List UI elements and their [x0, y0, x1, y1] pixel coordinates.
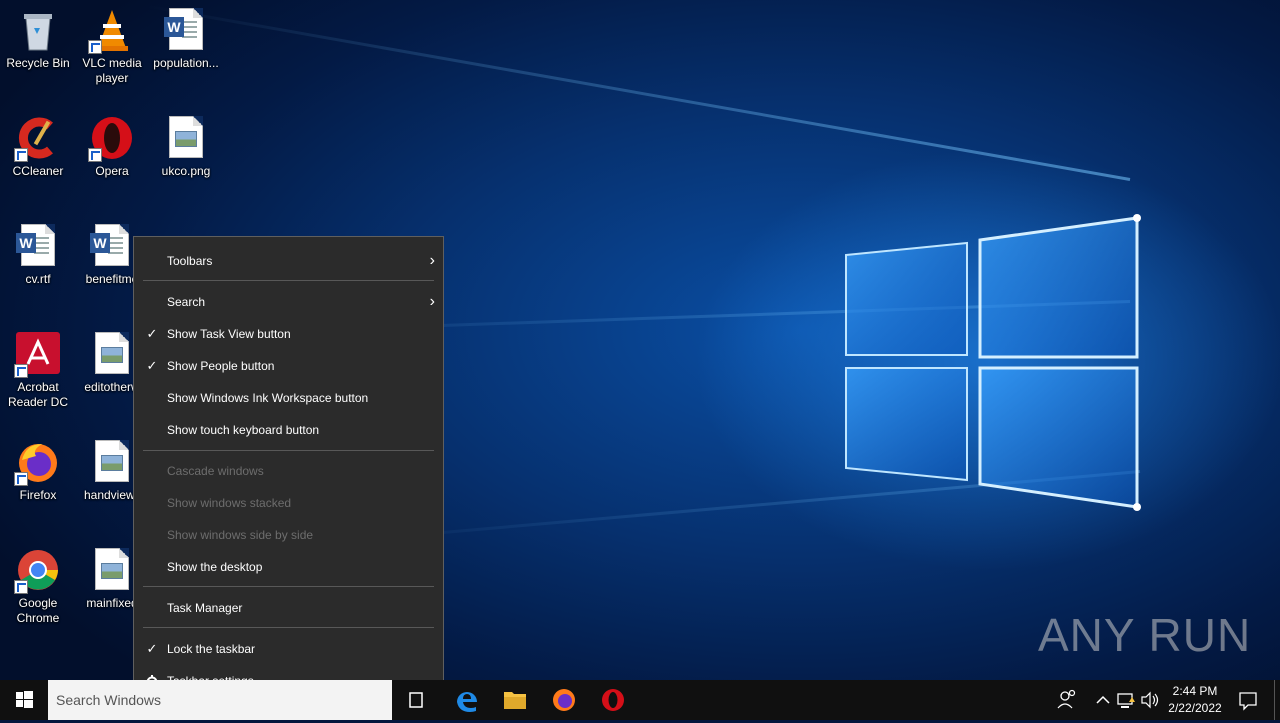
icon-label: Recycle Bin [6, 56, 70, 70]
network-tray-button[interactable] [1115, 680, 1137, 720]
menu-item-label: Lock the taskbar [167, 642, 256, 656]
clock-date: 2/22/2022 [1168, 701, 1222, 715]
people-icon [1057, 689, 1076, 709]
menu-separator [143, 280, 434, 281]
checkmark-icon: ✓ [146, 358, 158, 373]
desktop-icon-ukco[interactable]: ukco.png [148, 116, 224, 179]
menu-separator [143, 627, 434, 628]
edge-icon [457, 692, 477, 712]
notification-icon [1239, 692, 1257, 711]
menu-item-show-desktop[interactable]: Show the desktop [134, 553, 443, 581]
menu-item-label: Search [167, 295, 206, 309]
acrobat-icon [14, 332, 60, 378]
menu-item-label: Show windows side by side [167, 528, 314, 542]
start-button[interactable] [0, 680, 48, 720]
desktop-icon-opera[interactable]: Opera [74, 116, 150, 179]
menu-item-show-ink-workspace[interactable]: Show Windows Ink Workspace button [134, 384, 443, 412]
search-placeholder: Search Windows [56, 692, 162, 708]
show-desktop-button[interactable] [1274, 680, 1280, 720]
firefox-icon [553, 689, 575, 711]
show-hidden-icons-button[interactable] [1092, 680, 1114, 720]
menu-item-label: Show People button [167, 359, 275, 373]
taskbar-search-box[interactable]: Search Windows [48, 680, 392, 720]
menu-separator [143, 586, 434, 587]
menu-item-windows-stacked: Show windows stacked [134, 489, 443, 517]
chevron-up-icon [1096, 695, 1110, 704]
image-file-icon [90, 440, 134, 484]
menu-separator [143, 450, 434, 451]
desktop-icon-recycle-bin[interactable]: Recycle Bin [0, 8, 76, 71]
desktop-icon-firefox[interactable]: Firefox [0, 440, 76, 503]
taskbar-app-edge[interactable] [443, 680, 491, 720]
ccleaner-icon [14, 116, 60, 162]
desktop-icon-population[interactable]: W population... [148, 8, 224, 71]
word-document-icon: W [90, 224, 134, 268]
taskbar: Search Windows 2:44 PM 2/22/2022 [0, 680, 1280, 720]
menu-item-label: Toolbars [167, 254, 213, 268]
file-explorer-icon [504, 692, 526, 709]
chevron-right-icon: › [429, 293, 435, 310]
vlc-icon [88, 8, 134, 54]
icon-label: Acrobat Reader DC [7, 380, 69, 409]
desktop-icon-vlc[interactable]: VLC media player [74, 8, 150, 86]
chevron-right-icon: › [429, 252, 435, 269]
menu-item-search[interactable]: Search › [134, 288, 443, 316]
anyrun-watermark: ANY RUN [1038, 609, 1252, 661]
icon-label: VLC media player [82, 56, 142, 85]
network-warning-icon [1117, 693, 1135, 708]
opera-icon [602, 689, 624, 711]
windows-start-icon [16, 691, 33, 708]
action-center-button[interactable] [1234, 680, 1262, 720]
opera-icon [88, 116, 134, 162]
menu-item-label: Show windows stacked [167, 496, 292, 510]
menu-item-toolbars[interactable]: Toolbars › [134, 247, 443, 275]
task-view-button[interactable] [392, 680, 440, 720]
menu-item-label: Show Windows Ink Workspace button [167, 391, 369, 405]
checkmark-icon: ✓ [146, 641, 158, 656]
icon-label: cv.rtf [25, 272, 51, 286]
word-document-icon: W [164, 8, 208, 52]
firefox-icon [14, 440, 60, 486]
desktop-icon-cv[interactable]: W cv.rtf [0, 224, 76, 287]
menu-item-label: Show touch keyboard button [167, 423, 320, 437]
menu-item-label: Show the desktop [167, 560, 263, 574]
desktop-icon-acrobat[interactable]: Acrobat Reader DC [0, 332, 76, 410]
icon-label: Opera [95, 164, 129, 178]
checkmark-icon: ✓ [146, 326, 158, 341]
menu-item-show-task-view[interactable]: ✓ Show Task View button [134, 320, 443, 348]
recycle-bin-icon [16, 8, 60, 52]
image-file-icon [90, 332, 134, 376]
image-file-icon [164, 116, 208, 160]
menu-item-cascade-windows: Cascade windows [134, 457, 443, 485]
icon-label: ukco.png [161, 164, 211, 178]
icon-label: Google Chrome [16, 596, 60, 625]
taskbar-context-menu: Toolbars › Search › ✓ Show Task View but… [133, 236, 444, 704]
speaker-icon [1141, 691, 1159, 709]
menu-item-label: Cascade windows [167, 464, 264, 478]
word-document-icon: W [16, 224, 60, 268]
icon-label: population... [153, 56, 219, 70]
taskbar-app-file-explorer[interactable] [491, 680, 539, 720]
menu-item-label: Show Task View button [167, 327, 291, 341]
taskbar-clock[interactable]: 2:44 PM 2/22/2022 [1160, 680, 1230, 720]
volume-tray-button[interactable] [1139, 680, 1161, 720]
desktop-icon-ccleaner[interactable]: CCleaner [0, 116, 76, 179]
icon-label: Firefox [19, 488, 57, 502]
menu-item-label: Task Manager [167, 601, 243, 615]
menu-item-show-touch-keyboard[interactable]: Show touch keyboard button [134, 416, 443, 444]
taskbar-app-firefox[interactable] [540, 680, 588, 720]
clock-time: 2:44 PM [1172, 684, 1218, 698]
desktop-icon-chrome[interactable]: Google Chrome [0, 548, 76, 626]
icon-label: CCleaner [12, 164, 64, 178]
menu-item-task-manager[interactable]: Task Manager [134, 594, 443, 622]
image-file-icon [90, 548, 134, 592]
taskbar-app-opera[interactable] [589, 680, 637, 720]
task-view-icon [409, 692, 423, 708]
chrome-icon [14, 548, 60, 594]
menu-item-windows-side-by-side: Show windows side by side [134, 521, 443, 549]
menu-item-show-people[interactable]: ✓ Show People button [134, 352, 443, 380]
people-button[interactable] [1052, 680, 1082, 720]
menu-item-lock-taskbar[interactable]: ✓ Lock the taskbar [134, 635, 443, 663]
